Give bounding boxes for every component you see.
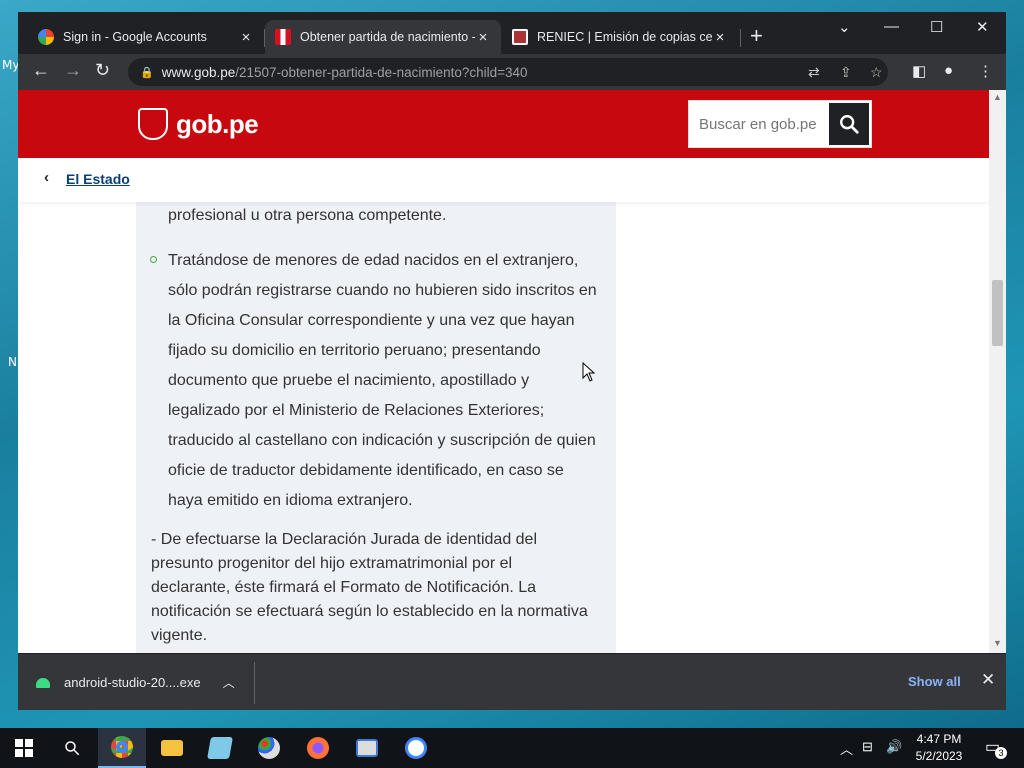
- close-tab-icon[interactable]: ×: [238, 29, 254, 46]
- folder-icon: [161, 740, 183, 756]
- new-tab-button[interactable]: +: [750, 25, 763, 47]
- chevron-up-icon[interactable]: ︿: [840, 739, 853, 758]
- notification-center-icon[interactable]: ▭ 3: [985, 737, 1007, 759]
- search-input[interactable]: [689, 101, 827, 147]
- site-header: gob.pe: [18, 90, 989, 158]
- forward-button[interactable]: →: [64, 60, 82, 81]
- browser-toolbar: ← → ↻ 🔒 www.gob.pe /21507-obtener-partid…: [18, 54, 1006, 90]
- content-panel: profesional u otra persona competente. T…: [136, 202, 616, 653]
- tab-title: Sign in - Google Accounts: [63, 30, 207, 44]
- lock-icon[interactable]: 🔒: [140, 66, 154, 79]
- minimize-button[interactable]: —: [884, 18, 899, 35]
- chevron-up-icon[interactable]: ︿: [223, 674, 235, 691]
- list-item: Tratándose de menores de edad nacidos en…: [150, 246, 598, 516]
- share-icon[interactable]: ⇪: [840, 64, 852, 81]
- side-panel-icon[interactable]: ◧: [912, 62, 926, 80]
- page-scrollbar[interactable]: ▲ ▼: [989, 90, 1006, 653]
- google-icon: [38, 29, 54, 45]
- desktop-icon-label[interactable]: N: [8, 355, 17, 369]
- search-icon: [65, 741, 80, 756]
- scroll-down-arrow-icon[interactable]: ▼: [993, 638, 1002, 648]
- bookmark-star-icon[interactable]: ☆: [870, 64, 883, 81]
- paragraph: - De efectuarse la Declaración Jurada de…: [151, 531, 588, 644]
- download-filename: android-studio-20....exe: [64, 675, 201, 690]
- monitor-icon: [356, 739, 378, 757]
- tab-reniec[interactable]: RENIEC | Emisión de copias certi ×: [502, 20, 738, 54]
- tab-separator: [740, 29, 741, 47]
- search-button[interactable]: [829, 103, 869, 145]
- mouse-cursor-icon: [582, 362, 596, 382]
- peru-flag-icon: [275, 29, 291, 45]
- scroll-up-arrow-icon[interactable]: ▲: [993, 92, 1002, 102]
- close-tab-icon[interactable]: ×: [475, 29, 491, 46]
- tab-title: RENIEC | Emisión de copias certi: [537, 30, 712, 44]
- url-path: /21507-obtener-partida-de-nacimiento?chi…: [235, 64, 528, 80]
- tab-search-icon[interactable]: ⌄: [838, 18, 851, 36]
- search-button[interactable]: [48, 728, 96, 768]
- notepad-icon: [207, 737, 233, 759]
- tab-strip: Sign in - Google Accounts × Obtener part…: [18, 12, 1006, 54]
- peru-shield-icon: [138, 108, 168, 140]
- taskbar-paint[interactable]: [245, 728, 293, 768]
- bullet-circle-icon: [150, 256, 157, 263]
- maximize-button[interactable]: ☐: [930, 18, 943, 36]
- reniec-icon: [512, 29, 528, 45]
- breadcrumb-link-el-estado[interactable]: El Estado: [66, 171, 130, 187]
- close-tab-icon[interactable]: ×: [712, 29, 728, 46]
- windows-logo-icon: [15, 739, 33, 757]
- breadcrumb: ‹ El Estado: [18, 158, 989, 202]
- web-page: gob.pe ‹ El Estado profesional u otra pe…: [18, 90, 989, 653]
- paint-palette-icon: [258, 737, 280, 759]
- text-fragment: profesional u otra persona competente.: [168, 207, 447, 224]
- download-item[interactable]: android-studio-20....exe ︿: [36, 674, 235, 691]
- list-item-text: Tratándose de menores de edad nacidos en…: [168, 252, 597, 509]
- taskbar-firefox[interactable]: [294, 728, 342, 768]
- profile-icon[interactable]: ●: [944, 62, 953, 79]
- translate-icon[interactable]: ⇄: [808, 64, 820, 81]
- address-bar[interactable]: 🔒 www.gob.pe /21507-obtener-partida-de-n…: [128, 58, 888, 86]
- taskbar-chrome[interactable]: [98, 728, 146, 768]
- chevron-left-icon: ‹: [44, 169, 49, 186]
- android-studio-icon: [405, 737, 427, 759]
- tab-partida-nacimiento[interactable]: Obtener partida de nacimiento - ×: [265, 20, 501, 54]
- back-button[interactable]: ←: [32, 60, 50, 81]
- close-download-bar-icon[interactable]: ✕: [981, 670, 995, 690]
- scrollbar-thumb[interactable]: [992, 280, 1003, 346]
- taskbar-app[interactable]: [196, 728, 244, 768]
- volume-icon[interactable]: 🔊: [886, 739, 902, 755]
- network-icon[interactable]: ⊟: [862, 739, 873, 755]
- menu-kebab-icon[interactable]: ⋮: [978, 62, 993, 80]
- taskbar-file-explorer[interactable]: [148, 728, 196, 768]
- firefox-icon: [307, 737, 329, 759]
- chrome-icon: [111, 736, 133, 758]
- site-logo[interactable]: gob.pe: [138, 108, 259, 140]
- android-icon: [36, 677, 50, 688]
- windows-taskbar: ︿ ⊟ 🔊 4:47 PM 5/2/2023 ▭ 3: [0, 728, 1024, 768]
- logo-text: gob.pe: [176, 108, 259, 139]
- tab-title: Obtener partida de nacimiento -: [300, 30, 475, 44]
- clock-time: 4:47 PM: [916, 732, 962, 746]
- clock-date: 5/2/2023: [915, 749, 963, 763]
- url-domain: www.gob.pe: [161, 64, 236, 80]
- browser-window: Sign in - Google Accounts × Obtener part…: [18, 12, 1006, 710]
- reload-button[interactable]: ↻: [95, 60, 110, 81]
- site-search: [688, 100, 872, 148]
- start-button[interactable]: [0, 728, 48, 768]
- tab-google-accounts[interactable]: Sign in - Google Accounts ×: [28, 20, 264, 54]
- taskbar-android-studio[interactable]: [392, 728, 440, 768]
- download-bar: android-studio-20....exe ︿ Show all ✕: [18, 653, 1006, 710]
- search-icon: [840, 115, 859, 134]
- divider: [254, 662, 255, 704]
- system-clock[interactable]: 4:47 PM 5/2/2023: [904, 731, 974, 765]
- notification-count-badge: 3: [995, 747, 1007, 759]
- taskbar-remote-desktop[interactable]: [343, 728, 391, 768]
- close-window-button[interactable]: ✕: [976, 18, 989, 36]
- show-all-button[interactable]: Show all: [908, 674, 961, 689]
- desktop-icon-label[interactable]: My: [2, 58, 19, 72]
